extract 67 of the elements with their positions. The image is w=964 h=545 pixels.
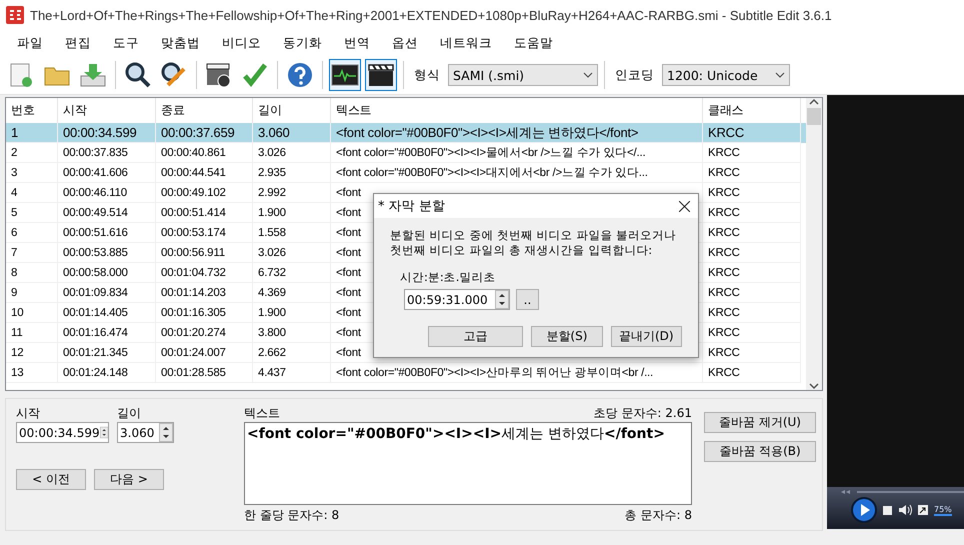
spinner-arrows-icon[interactable]	[159, 423, 173, 442]
subtitle-row[interactable]: 1 00:00:34.599 00:00:37.659 3.060 <font color="#00B0F0"><I><I>세계는 변하였다</font> KRCC	[6, 123, 806, 143]
menu-item[interactable]: 네트워크	[429, 34, 503, 52]
menu-item[interactable]: 파일	[6, 34, 54, 52]
line-break-button[interactable]: 줄바꿈 제거(U)	[704, 412, 816, 433]
scroll-up-icon[interactable]	[809, 98, 819, 106]
dialog-message: 분할된 비디오 중에 첫번째 비디오 파일을 불러오거나	[390, 228, 677, 243]
dialog-button[interactable]: 끝내기(D)	[610, 326, 682, 347]
menu-item[interactable]: 도움말	[503, 34, 564, 52]
scroll-down-icon[interactable]	[809, 382, 819, 390]
dialog-button[interactable]: 고급	[428, 326, 524, 347]
line-length-count: 한 줄당 문자수: 8	[244, 507, 340, 524]
volume-icon[interactable]	[898, 504, 912, 516]
encoding-dropdown[interactable]: 1200: Unicode	[662, 64, 790, 86]
search-icon	[124, 61, 152, 89]
previous-button[interactable]: < 이전	[16, 469, 86, 490]
menu-item[interactable]: 도구	[102, 34, 150, 52]
dialog-message: 첫번째 비디오 파일의 총 재생시간을 입력합니다:	[390, 243, 654, 258]
line-break-button[interactable]: 줄바꿈 적용(B)	[704, 441, 816, 462]
menu-item[interactable]: 옵션	[381, 34, 429, 52]
help-icon	[286, 61, 314, 89]
window-title: The+Lord+Of+The+Rings+The+Fellowship+Of+The+Ring+2001+EXTENDED+1080p+BluRay+H264+AAC-RARBG.smi - Subtitle Edit 3.6.1	[30, 8, 832, 22]
menu-item[interactable]: 편집	[54, 34, 102, 52]
table-cell: 13	[6, 363, 58, 383]
encoding-label: 인코딩	[615, 66, 654, 84]
chars-per-second: 초당 문자수: 2.61	[594, 405, 692, 422]
app-logo-icon	[6, 6, 24, 24]
start-label: 시작	[16, 405, 41, 422]
toolbar-button[interactable]	[365, 59, 397, 91]
checkmark-icon	[242, 62, 268, 88]
scrollbar-thumb[interactable]	[807, 108, 821, 125]
menu-item[interactable]: 번역	[333, 34, 381, 52]
next-button[interactable]: 다음 >	[94, 469, 164, 490]
table-cell: 00:01:24.148	[58, 363, 156, 383]
volume-percent: 75%	[934, 504, 952, 516]
clapperboard-icon	[367, 62, 395, 88]
time-format-label: 시간:분:초.밀리초	[400, 270, 496, 285]
search-pencil-icon	[160, 61, 188, 89]
duration-field[interactable]: 3.060	[117, 422, 174, 443]
browse-button[interactable]: ..	[516, 289, 539, 310]
download-icon	[79, 62, 107, 88]
spinner-arrows-icon[interactable]	[495, 290, 509, 309]
format-dropdown[interactable]: SAMI (.smi)	[448, 64, 598, 86]
total-chars-count: 총 문자수: 8	[624, 507, 692, 524]
menu-item[interactable]: 동기화	[272, 34, 333, 52]
text-label: 텍스트	[244, 405, 280, 422]
table-cell: 4.437	[253, 363, 331, 383]
dropdown-caret-icon	[583, 72, 593, 78]
close-icon[interactable]	[679, 200, 690, 212]
fullscreen-icon[interactable]	[918, 505, 928, 515]
menu-item[interactable]: 맞춤법	[150, 34, 211, 52]
table-cell: KRCC	[703, 363, 801, 383]
play-icon[interactable]	[851, 497, 877, 523]
toolbar-button[interactable]	[329, 59, 361, 91]
new-file-icon	[8, 62, 34, 88]
table-cell: 00:01:28.585	[156, 363, 253, 383]
duration-label: 길이	[117, 405, 142, 422]
table-cell: <font color="#00B0F0"><I><I>산마루의 뛰어난 광부이며<br /...	[331, 363, 703, 383]
subtitle-text-field[interactable]: <font color="#00B0F0"><I><I>세계는 변하였다</font>	[244, 422, 692, 505]
format-label: 형식	[414, 66, 440, 84]
menu-item[interactable]: 비디오	[211, 34, 272, 52]
duration-input-field[interactable]: 00:59:31.000	[404, 289, 510, 310]
dropdown-caret-icon	[775, 72, 785, 78]
dialog-button[interactable]: 분할(S)	[531, 326, 603, 347]
waveform-icon	[331, 63, 359, 87]
stop-icon[interactable]	[883, 506, 892, 514]
start-time-field[interactable]: 00:00:34.599	[16, 422, 109, 443]
